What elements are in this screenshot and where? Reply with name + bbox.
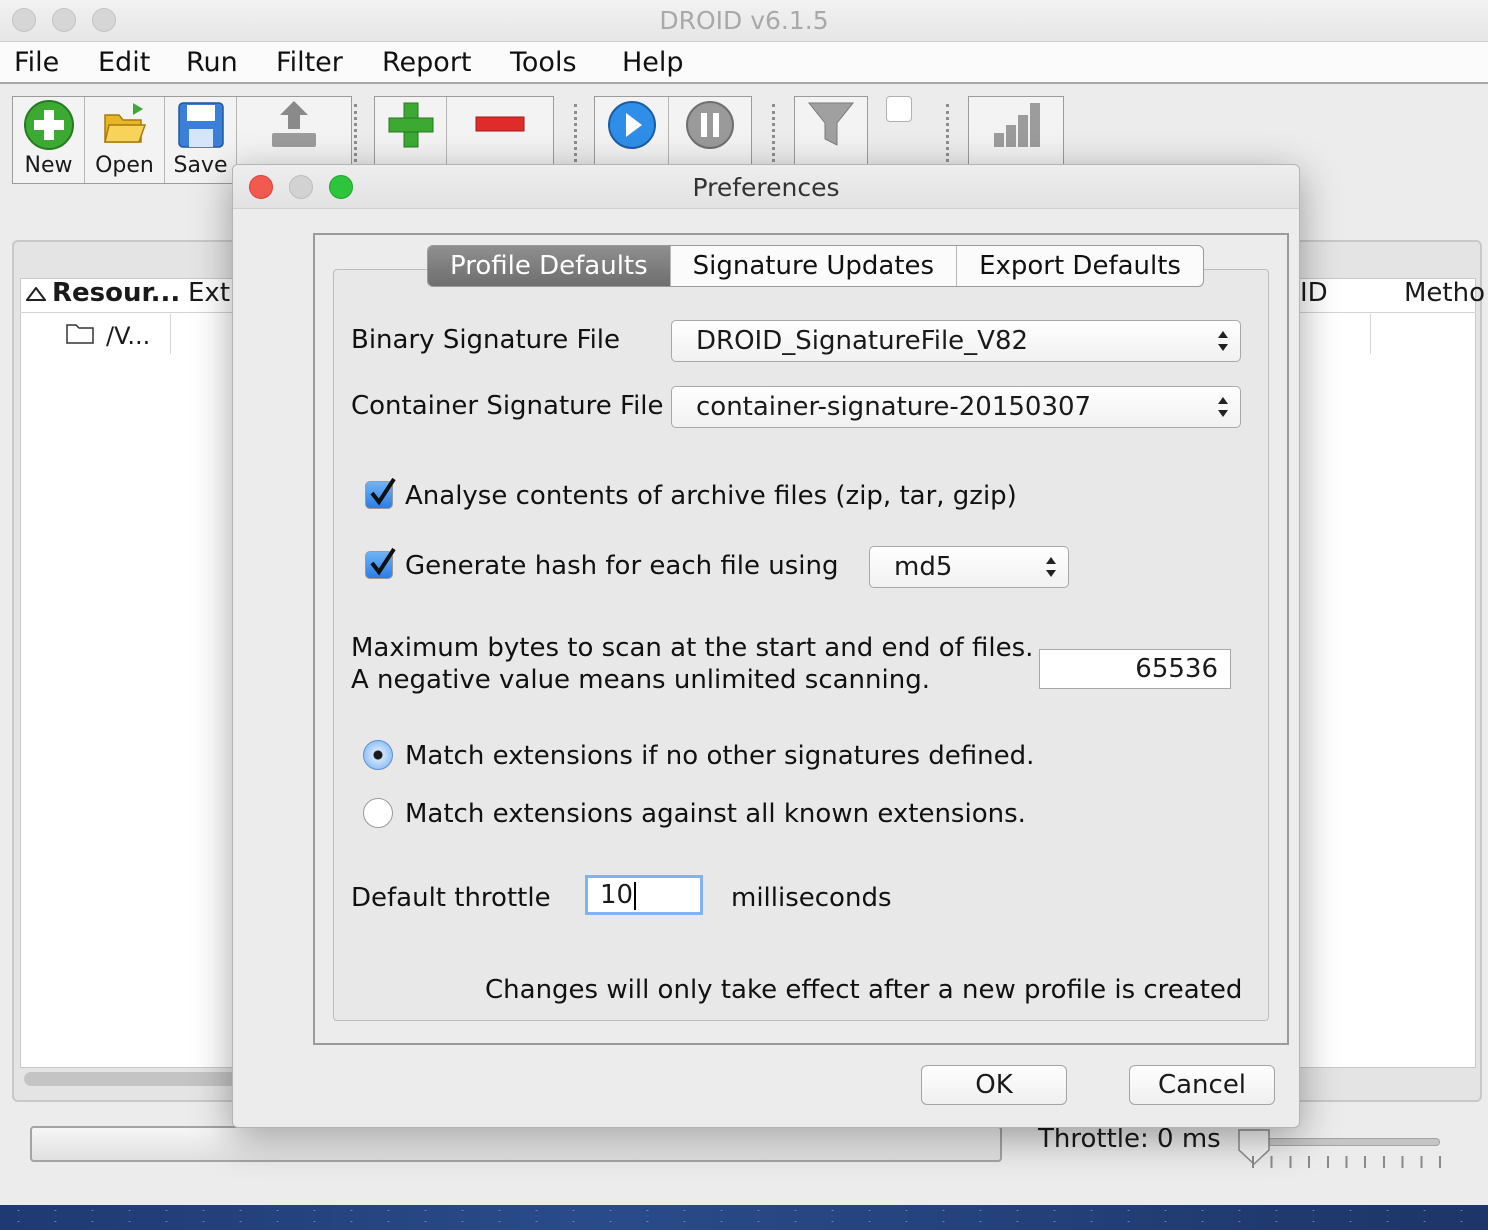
bar-chart-icon — [994, 103, 1040, 147]
text-caret — [634, 881, 637, 910]
column-header-id[interactable]: ID — [1300, 278, 1328, 308]
changes-note: Changes will only take effect after a ne… — [485, 975, 1243, 1005]
dialog-titlebar: Preferences — [233, 165, 1299, 209]
generate-hash-label[interactable]: Generate hash for each file using — [405, 551, 838, 581]
export-icon — [272, 101, 316, 147]
menu-run[interactable]: Run — [186, 47, 238, 78]
binary-signature-value: DROID_SignatureFile_V82 — [696, 326, 1029, 356]
preferences-dialog: Preferences Profile Defaults Signature U… — [232, 164, 1300, 1128]
funnel-icon — [807, 102, 855, 146]
dialog-title: Preferences — [692, 173, 840, 202]
container-signature-value: container-signature-20150307 — [696, 392, 1092, 422]
checkmark-icon — [370, 547, 396, 576]
binary-signature-select[interactable]: DROID_SignatureFile_V82 — [671, 320, 1241, 362]
analyse-archives-checkbox[interactable] — [365, 477, 396, 509]
progress-bar — [30, 1126, 1002, 1162]
main-titlebar: DROID v6.1.5 — [0, 0, 1488, 42]
tab-export-defaults[interactable]: Export Defaults — [957, 246, 1203, 286]
default-throttle-input[interactable]: 10 — [585, 875, 703, 915]
max-bytes-input[interactable]: 65536 — [1039, 649, 1231, 689]
toolbar-separator — [574, 104, 577, 162]
select-arrows-icon — [1218, 331, 1228, 351]
toolbar-separator — [772, 104, 775, 162]
play-icon — [607, 101, 656, 149]
column-divider — [1370, 314, 1371, 354]
tab-signature-updates[interactable]: Signature Updates — [671, 246, 958, 286]
window-title: DROID v6.1.5 — [659, 6, 829, 35]
hash-algorithm-value: md5 — [894, 552, 953, 582]
slider-ticks — [1252, 1156, 1442, 1168]
throttle-status: Throttle: 0 ms — [1038, 1124, 1221, 1154]
menu-help[interactable]: Help — [622, 47, 684, 78]
match-extensions-option1-label[interactable]: Match extensions if no other signatures … — [405, 741, 1034, 771]
horizontal-scrollbar[interactable] — [24, 1072, 244, 1086]
menu-filter[interactable]: Filter — [276, 47, 343, 78]
desktop-background — [0, 1205, 1488, 1230]
ok-button[interactable]: OK — [921, 1065, 1067, 1105]
column-header-method[interactable]: Metho — [1404, 278, 1485, 308]
folder-open-icon — [103, 103, 146, 143]
new-label: New — [24, 153, 73, 178]
tab-profile-defaults[interactable]: Profile Defaults — [428, 246, 671, 286]
throttle-unit-label: milliseconds — [731, 883, 892, 913]
max-bytes-description-line1: Maximum bytes to scan at the start and e… — [351, 633, 1034, 663]
container-signature-label: Container Signature File — [351, 391, 664, 421]
menu-file[interactable]: File — [14, 47, 59, 78]
menu-report[interactable]: Report — [382, 47, 472, 78]
new-button[interactable]: New — [13, 97, 85, 183]
open-button[interactable]: Open — [85, 97, 165, 183]
toolbar-separator — [354, 104, 357, 162]
default-throttle-label: Default throttle — [351, 883, 551, 913]
column-divider — [170, 314, 171, 354]
generate-hash-checkbox[interactable] — [365, 547, 396, 579]
cancel-button[interactable]: Cancel — [1129, 1065, 1275, 1105]
column-header-resource[interactable]: Resour... — [52, 278, 180, 308]
save-icon — [177, 102, 224, 148]
max-bytes-description-line2: A negative value means unlimited scannin… — [351, 665, 930, 695]
minus-icon — [475, 116, 525, 132]
save-button[interactable]: Save — [165, 97, 237, 183]
pause-icon — [686, 101, 734, 149]
default-throttle-value: 10 — [600, 880, 634, 910]
analyse-archives-label[interactable]: Analyse contents of archive files (zip, … — [405, 481, 1017, 511]
table-row-resource[interactable]: /V... — [106, 322, 150, 350]
sort-ascending-icon — [26, 287, 46, 301]
binary-signature-label: Binary Signature File — [351, 325, 621, 355]
preferences-tabs: Profile Defaults Signature Updates Expor… — [427, 245, 1204, 287]
match-extensions-all-radio[interactable] — [363, 798, 393, 828]
folder-icon — [66, 324, 94, 344]
select-arrows-icon — [1046, 557, 1056, 577]
open-label: Open — [95, 153, 154, 178]
menu-edit[interactable]: Edit — [98, 47, 150, 78]
menu-bar: File Edit Run Filter Report Tools Help — [0, 42, 1488, 84]
container-signature-select[interactable]: container-signature-20150307 — [671, 386, 1241, 428]
save-label: Save — [173, 153, 228, 178]
select-arrows-icon — [1218, 397, 1228, 417]
hash-algorithm-select[interactable]: md5 — [869, 546, 1069, 588]
checkmark-icon — [370, 477, 396, 506]
new-icon — [23, 100, 74, 150]
match-extensions-if-none-radio[interactable] — [363, 740, 393, 770]
filter-on-checkbox[interactable] — [886, 96, 912, 122]
plus-icon — [388, 102, 433, 148]
menu-tools[interactable]: Tools — [510, 47, 577, 78]
column-header-extension[interactable]: Ext — [188, 278, 230, 308]
match-extensions-option2-label[interactable]: Match extensions against all known exten… — [405, 799, 1026, 829]
throttle-slider[interactable] — [1244, 1138, 1440, 1146]
toolbar-separator — [946, 104, 949, 162]
